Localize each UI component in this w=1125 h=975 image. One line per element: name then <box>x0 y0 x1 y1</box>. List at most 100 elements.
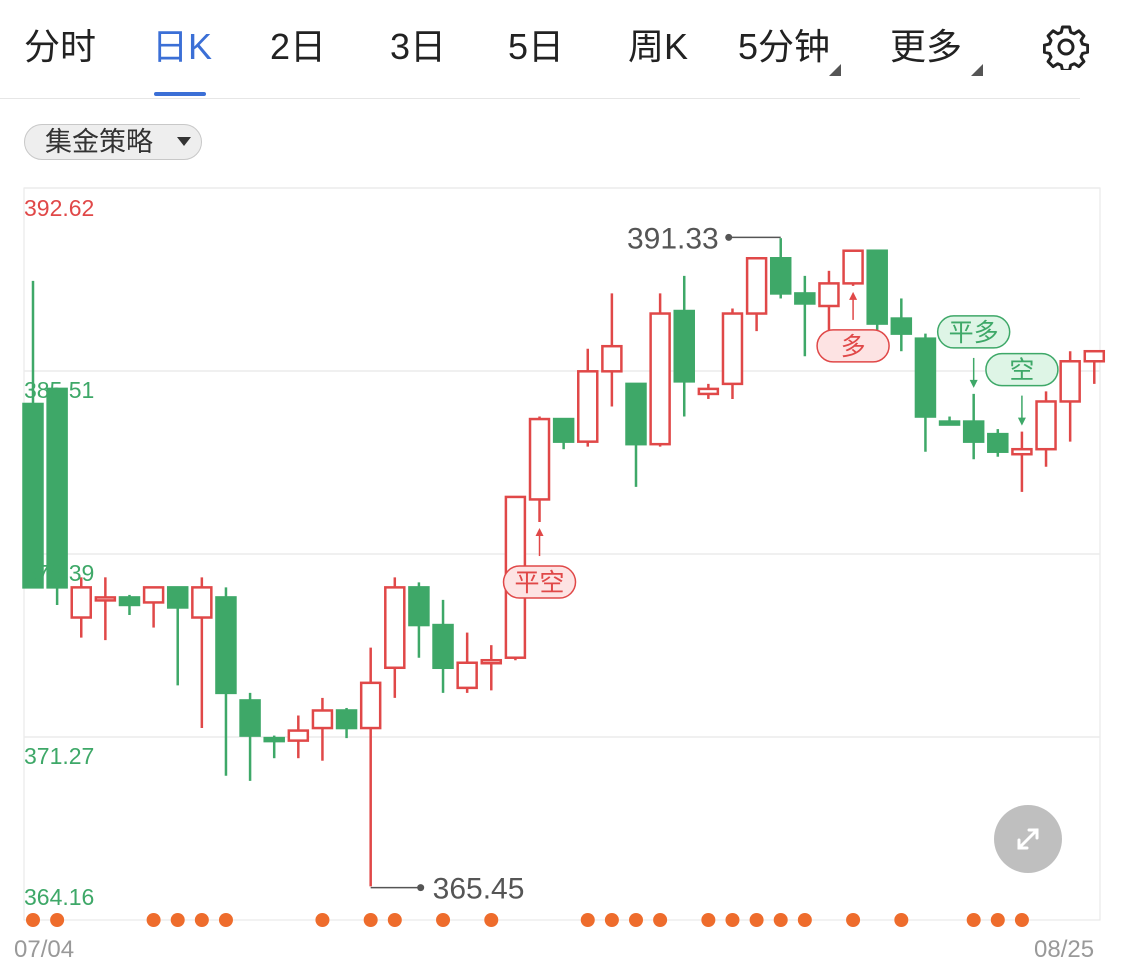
candle-body <box>1011 447 1033 456</box>
candle-body <box>408 586 430 627</box>
signal-badge-label: 平空 <box>515 568 565 597</box>
low-price-label: 365.45 <box>433 873 525 906</box>
candle-body <box>215 596 237 695</box>
signal-dot <box>894 913 909 927</box>
candlestick <box>1011 431 1033 492</box>
candle-body <box>191 586 213 619</box>
candle-body <box>359 681 382 730</box>
candle-body <box>528 417 551 501</box>
candle-body <box>890 317 913 335</box>
signal-dot <box>436 913 451 927</box>
candlestick <box>311 697 334 761</box>
signal-dot <box>26 913 40 927</box>
candlestick <box>1035 391 1057 467</box>
candle-body <box>721 312 744 386</box>
signal-dot <box>990 913 1005 927</box>
candlestick <box>215 587 237 776</box>
candle-body <box>1035 400 1057 451</box>
arrow-down-icon <box>1017 417 1026 426</box>
signal-dot <box>604 913 619 927</box>
signal-dot <box>50 913 65 927</box>
signal-dot <box>363 913 378 927</box>
candle-body <box>94 596 117 602</box>
candlestick <box>191 577 213 729</box>
candle-body <box>794 292 816 305</box>
signal-badge-label: 平多 <box>949 318 999 347</box>
signal-dot <box>653 913 668 927</box>
candle-body <box>914 337 937 418</box>
candle-body <box>818 282 840 308</box>
candlestick <box>721 308 744 399</box>
y-axis-tick-label: 371.27 <box>24 743 94 769</box>
y-axis-tick-label: 378.39 <box>24 560 94 586</box>
candle-body <box>962 420 985 443</box>
candle-body <box>46 387 68 589</box>
candle-body <box>601 344 623 373</box>
candlestick <box>1083 349 1106 384</box>
candlestick <box>625 382 647 487</box>
candlestick <box>601 293 623 407</box>
candlestick <box>335 707 358 739</box>
candlestick <box>673 275 695 417</box>
candlestick <box>769 238 792 299</box>
candle-body <box>142 586 165 604</box>
candlestick <box>818 270 840 334</box>
candlestick <box>842 249 864 286</box>
candlestick-chart: 391.33 365.45 平空 多 平多空 392.62 385.51 378.39 37… <box>22 187 1106 927</box>
arrow-down-icon <box>969 379 978 388</box>
candle-body <box>842 249 864 285</box>
candlestick <box>480 645 503 691</box>
candlestick <box>1059 351 1081 442</box>
x-axis-end-date: 08/25 <box>1034 936 1095 963</box>
candle-body <box>480 658 503 665</box>
signal-dot <box>315 913 330 927</box>
arrow-up-icon <box>535 528 544 537</box>
signal-badge-label: 多 <box>841 332 866 361</box>
signal-dot <box>725 913 740 927</box>
y-axis-tick-label: 392.62 <box>24 195 94 221</box>
candlestick <box>745 257 768 332</box>
signal-dot <box>146 913 161 927</box>
candlestick <box>649 293 671 447</box>
candle-body <box>384 586 406 670</box>
candle-body <box>432 623 454 670</box>
y-axis-tick-label: 385.51 <box>24 377 94 403</box>
candlestick <box>142 586 165 628</box>
signal-badge-label: 空 <box>1009 356 1034 385</box>
low-marker-dot <box>417 884 425 892</box>
candlestick <box>359 647 382 887</box>
fullscreen-button[interactable] <box>994 805 1062 873</box>
candlestick <box>697 383 720 399</box>
candle-body <box>1059 360 1081 403</box>
candlestick <box>432 599 454 693</box>
candlestick <box>914 333 937 452</box>
signal-dot <box>966 913 981 927</box>
candlestick <box>456 632 478 693</box>
candlestick <box>263 735 285 759</box>
candle-body <box>866 249 888 325</box>
high-price-label: 391.33 <box>627 222 719 255</box>
candlestick <box>890 298 913 352</box>
candle-body <box>70 586 92 619</box>
signal-dot <box>1014 913 1029 927</box>
candlestick <box>552 417 575 450</box>
x-axis-start-date: 07/04 <box>14 936 75 963</box>
signal-dot <box>797 913 812 927</box>
signal-dot <box>749 913 764 927</box>
candle-body <box>625 382 647 446</box>
candlestick <box>528 416 551 523</box>
signal-dot <box>629 913 643 927</box>
candle-body <box>335 709 358 730</box>
candlestick <box>408 582 430 658</box>
high-marker-dot <box>725 233 733 241</box>
candle-body <box>287 729 310 742</box>
candle-body <box>769 257 792 295</box>
candlestick <box>22 280 44 589</box>
candle-body <box>456 661 478 690</box>
candle-body <box>987 432 1009 453</box>
candle-body <box>745 257 768 315</box>
candle-body <box>697 387 720 396</box>
candle-body <box>649 312 671 446</box>
signal-dot <box>846 913 861 927</box>
candlestick <box>94 577 117 641</box>
